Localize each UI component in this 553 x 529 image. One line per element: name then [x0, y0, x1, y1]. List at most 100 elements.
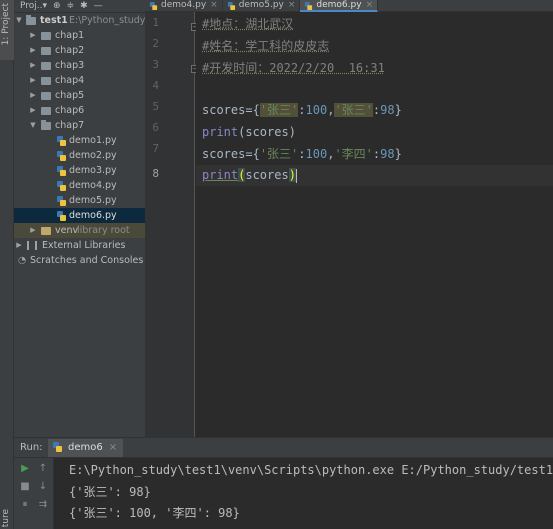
- tree-external-libraries[interactable]: ▶ External Libraries: [14, 238, 145, 253]
- run-toolbar: ▶ ↑ ■ ↓ ⏸ ⇉: [14, 458, 54, 529]
- project-tool-tab[interactable]: 1: Project: [0, 0, 14, 60]
- string-literal: '张三': [259, 147, 299, 161]
- locate-icon[interactable]: ⊕: [53, 0, 61, 12]
- code-line-1: #地点：湖北武汉: [202, 14, 293, 35]
- tree-folder-venv[interactable]: ▶ venv library root: [14, 223, 145, 238]
- tree-folder-chap7[interactable]: ▼ chap7: [14, 118, 145, 133]
- structure-tool-label[interactable]: ture: [1, 509, 11, 527]
- operator: :: [298, 103, 306, 117]
- line-number: 7: [152, 142, 159, 155]
- pause-icon[interactable]: ⏸: [18, 498, 32, 512]
- paren: ): [288, 125, 296, 139]
- builtin-function: print: [202, 125, 239, 139]
- collapse-icon[interactable]: ≑: [67, 0, 75, 12]
- folder-label: chap3: [55, 60, 85, 71]
- scroll-up-icon[interactable]: ↑: [36, 462, 50, 476]
- line-number: 2: [152, 37, 159, 50]
- hide-icon[interactable]: —: [94, 0, 103, 12]
- folder-label: chap7: [55, 120, 85, 131]
- text-caret: [295, 168, 297, 183]
- console-command-line: E:\Python_study\test1\venv\Scripts\pytho…: [69, 463, 553, 477]
- tree-scratches[interactable]: ◔ Scratches and Consoles: [14, 253, 145, 268]
- line-number: 5: [152, 100, 159, 113]
- scroll-down-icon[interactable]: ↓: [36, 480, 50, 494]
- tree-file-demo1[interactable]: demo1.py: [14, 133, 145, 148]
- rerun-icon[interactable]: ▶: [18, 462, 32, 476]
- line-number-current: 8: [152, 167, 159, 180]
- code-editor[interactable]: #地点：湖北武汉 #姓名：学工科的皮皮志 #开发时间：2022/2/20 16:…: [196, 12, 553, 437]
- expand-arrow-icon[interactable]: ▶: [15, 238, 23, 253]
- code-line-6: print(scores): [202, 122, 296, 143]
- tab-demo4[interactable]: demo4.py ×: [145, 0, 223, 12]
- folder-icon: [41, 62, 51, 70]
- project-view-dropdown[interactable]: Proj..▾: [20, 0, 47, 12]
- root-name: test1: [40, 15, 68, 26]
- python-file-icon: [53, 442, 62, 452]
- python-file-icon: [57, 151, 66, 161]
- scratches-icon: ◔: [18, 255, 27, 266]
- tree-folder-chap2[interactable]: ▶ chap2: [14, 43, 145, 58]
- tree-folder-chap6[interactable]: ▶ chap6: [14, 103, 145, 118]
- expand-arrow-icon[interactable]: ▶: [29, 28, 37, 43]
- builtin-function: print: [202, 168, 239, 182]
- expand-arrow-icon[interactable]: ▶: [29, 88, 37, 103]
- number-literal: 100: [305, 103, 328, 117]
- file-label: demo5.py: [69, 195, 117, 206]
- tree-folder-chap1[interactable]: ▶ chap1: [14, 28, 145, 43]
- expand-arrow-icon[interactable]: ▼: [15, 13, 23, 28]
- folder-label: chap4: [55, 75, 85, 86]
- expand-arrow-icon[interactable]: ▶: [29, 73, 37, 88]
- expand-arrow-icon[interactable]: ▶: [29, 43, 37, 58]
- tree-folder-chap4[interactable]: ▶ chap4: [14, 73, 145, 88]
- venv-label: venv: [55, 225, 79, 236]
- tree-folder-chap5[interactable]: ▶ chap5: [14, 88, 145, 103]
- code-line-8: print(scores): [202, 165, 297, 186]
- operator: :: [298, 147, 306, 161]
- close-icon[interactable]: ×: [210, 0, 218, 10]
- file-label: demo2.py: [69, 150, 117, 161]
- file-label: demo4.py: [69, 180, 117, 191]
- editor-tab-bar: demo4.py × demo5.py × demo6.py ×: [145, 0, 553, 12]
- code-line-2: #姓名：学工科的皮皮志: [202, 36, 329, 57]
- folder-icon: [41, 92, 51, 100]
- line-number-gutter[interactable]: 1 2 3 4 5 6 7 8 − −: [145, 12, 199, 437]
- expand-arrow-icon[interactable]: ▶: [29, 103, 37, 118]
- brace: }: [394, 147, 402, 161]
- external-libraries-label: External Libraries: [42, 240, 126, 251]
- expand-arrow-icon[interactable]: ▼: [29, 118, 37, 133]
- python-file-icon: [57, 181, 66, 191]
- stop-icon[interactable]: ■: [18, 480, 32, 494]
- tab-demo5[interactable]: demo5.py ×: [223, 0, 301, 12]
- gear-icon[interactable]: ✱: [80, 0, 88, 12]
- tab-label: demo6.py: [316, 0, 362, 10]
- tree-root-test1[interactable]: ▼ test1 E:\Python_study\test: [14, 13, 145, 28]
- run-tab-demo6[interactable]: demo6 ×: [48, 439, 124, 457]
- close-icon[interactable]: ×: [366, 0, 374, 10]
- identifier: scores: [202, 103, 246, 117]
- tree-file-demo6[interactable]: demo6.py: [14, 208, 145, 223]
- tab-label: demo4.py: [161, 0, 207, 10]
- close-icon[interactable]: ×: [109, 442, 117, 453]
- tree-folder-chap3[interactable]: ▶ chap3: [14, 58, 145, 73]
- line-number: 6: [152, 121, 159, 134]
- tab-demo6[interactable]: demo6.py ×: [300, 0, 379, 12]
- tree-file-demo4[interactable]: demo4.py: [14, 178, 145, 193]
- expand-arrow-icon[interactable]: ▶: [29, 223, 37, 238]
- folder-icon: [41, 107, 51, 115]
- folder-label: chap2: [55, 45, 85, 56]
- tree-file-demo5[interactable]: demo5.py: [14, 193, 145, 208]
- expand-arrow-icon[interactable]: ▶: [29, 58, 37, 73]
- close-icon[interactable]: ×: [288, 0, 296, 10]
- python-file-icon: [57, 166, 66, 176]
- line-number: 3: [152, 58, 159, 71]
- tree-file-demo2[interactable]: demo2.py: [14, 148, 145, 163]
- string-literal: '张三': [259, 103, 299, 117]
- code-line-3: #开发时间：2022/2/20 16:31: [202, 58, 385, 79]
- tree-file-demo3[interactable]: demo3.py: [14, 163, 145, 178]
- number-literal: 98: [380, 147, 395, 161]
- folder-label: chap5: [55, 90, 85, 101]
- folder-icon: [41, 77, 51, 85]
- soft-wrap-icon[interactable]: ⇉: [36, 498, 50, 512]
- folder-label: chap1: [55, 30, 85, 41]
- brace: {: [252, 147, 260, 161]
